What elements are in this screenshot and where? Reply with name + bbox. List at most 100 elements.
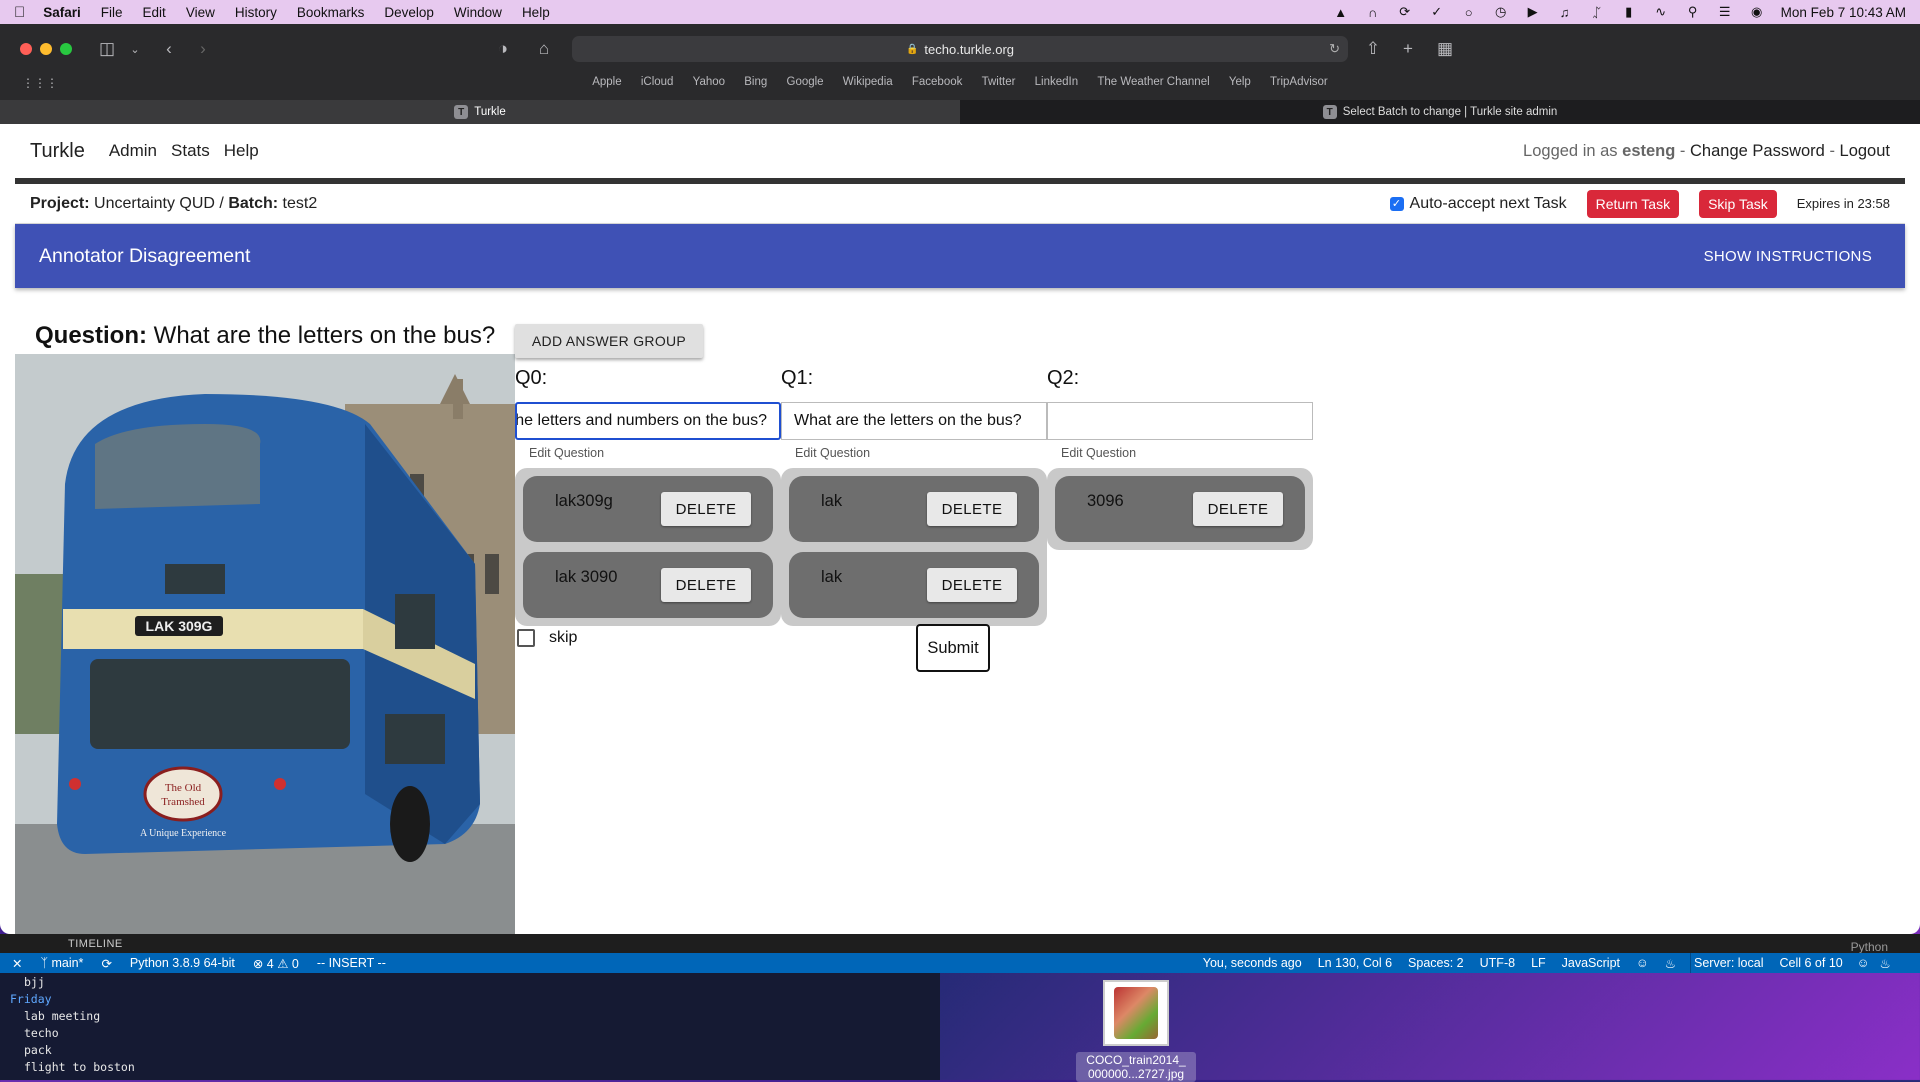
feedback-icon[interactable]: ☺ xyxy=(1636,956,1649,971)
wifi-icon[interactable]: ∿ xyxy=(1653,4,1669,19)
favorite-apple[interactable]: Apple xyxy=(592,76,621,88)
add-answer-group-button[interactable]: ADD ANSWER GROUP xyxy=(515,324,703,358)
spotlight-search-icon[interactable]: ⚲ xyxy=(1685,4,1701,19)
apple-icon[interactable]:  xyxy=(14,4,25,21)
favorite-weather-channel[interactable]: The Weather Channel xyxy=(1097,76,1209,88)
favorite-wikipedia[interactable]: Wikipedia xyxy=(843,76,893,88)
menu-history[interactable]: History xyxy=(235,5,277,20)
favorite-linkedin[interactable]: LinkedIn xyxy=(1035,76,1078,88)
menubar-clock[interactable]: Mon Feb 7 10:43 AM xyxy=(1781,5,1906,20)
favorite-twitter[interactable]: Twitter xyxy=(982,76,1016,88)
delete-button[interactable]: DELETE xyxy=(661,568,751,602)
favorite-yelp[interactable]: Yelp xyxy=(1229,76,1251,88)
logout-link[interactable]: Logout xyxy=(1840,142,1890,160)
nav-admin[interactable]: Admin xyxy=(109,141,157,161)
favorite-tripadvisor[interactable]: TripAdvisor xyxy=(1270,76,1328,88)
menu-edit[interactable]: Edit xyxy=(143,5,166,20)
menu-file[interactable]: File xyxy=(101,5,123,20)
shield-icon[interactable]: ◑ xyxy=(492,38,514,60)
nav-help[interactable]: Help xyxy=(224,141,259,161)
indentation[interactable]: Spaces: 2 xyxy=(1408,956,1464,971)
question-input-q0[interactable]: What are the letters and numbers on the … xyxy=(515,402,781,440)
menu-window[interactable]: Window xyxy=(454,5,502,20)
zoom-window-button[interactable] xyxy=(60,43,72,55)
encoding[interactable]: UTF-8 xyxy=(1480,956,1515,971)
cursor-position[interactable]: Ln 130, Col 6 xyxy=(1318,956,1392,971)
control-center-icon[interactable]: ☰ xyxy=(1717,4,1733,19)
chevron-down-icon[interactable]: ⌄ xyxy=(124,38,146,60)
address-bar[interactable]: 🔒 techo.turkle.org ↻ xyxy=(572,36,1348,62)
favorite-bing[interactable]: Bing xyxy=(744,76,767,88)
question-input-q2[interactable] xyxy=(1047,402,1313,440)
delete-button[interactable]: DELETE xyxy=(927,492,1017,526)
favorite-google[interactable]: Google xyxy=(787,76,824,88)
git-branch[interactable]: ᛉ main* xyxy=(40,956,83,970)
forward-icon[interactable]: › xyxy=(192,38,214,60)
sync-icon[interactable]: ⟳ xyxy=(101,956,111,971)
language-mode[interactable]: JavaScript xyxy=(1562,956,1620,971)
grammar-icon[interactable]: ✓ xyxy=(1429,4,1445,19)
desktop-file-icon[interactable]: COCO_train2014_ 000000...2727.jpg xyxy=(1076,980,1196,1082)
sync-icon[interactable]: ⟳ xyxy=(1397,4,1413,19)
menu-view[interactable]: View xyxy=(186,5,215,20)
problems-count[interactable]: ⊗ 4 ⚠ 0 xyxy=(253,956,299,971)
nav-stats[interactable]: Stats xyxy=(171,141,210,161)
back-icon[interactable]: ‹ xyxy=(158,38,180,60)
git-blame[interactable]: You, seconds ago xyxy=(1203,956,1302,971)
answer-item[interactable]: lak 3090 DELETE xyxy=(523,552,773,618)
battery-icon[interactable]: ▮ xyxy=(1621,4,1637,19)
python-interpreter[interactable]: Python 3.8.9 64-bit xyxy=(130,956,235,970)
favorite-yahoo[interactable]: Yahoo xyxy=(693,76,725,88)
server-status[interactable]: Server: local xyxy=(1694,956,1763,970)
change-password-link[interactable]: Change Password xyxy=(1690,142,1825,160)
favorite-icloud[interactable]: iCloud xyxy=(641,76,674,88)
skip-checkbox[interactable] xyxy=(517,629,535,647)
answer-group-q0[interactable]: lak309g DELETE lak 3090 DELETE xyxy=(515,468,781,626)
menu-develop[interactable]: Develop xyxy=(384,5,434,20)
answer-item[interactable]: lak309g DELETE xyxy=(523,476,773,542)
answer-group-q1[interactable]: lak DELETE lak DELETE xyxy=(781,468,1047,626)
bell-icon[interactable]: ♨ xyxy=(1665,956,1676,971)
return-task-button[interactable]: Return Task xyxy=(1586,189,1680,218)
time-machine-icon[interactable]: ◷ xyxy=(1493,4,1509,19)
menu-bookmarks[interactable]: Bookmarks xyxy=(297,5,365,20)
skip-task-button[interactable]: Skip Task xyxy=(1699,189,1777,218)
reload-icon[interactable]: ↻ xyxy=(1329,41,1340,57)
home-icon[interactable]: ⌂ xyxy=(533,38,555,60)
clipboard-icon[interactable]: ∩ xyxy=(1365,5,1381,20)
delete-button[interactable]: DELETE xyxy=(1193,492,1283,526)
favorite-facebook[interactable]: Facebook xyxy=(912,76,963,88)
new-tab-icon[interactable]: + xyxy=(1397,38,1419,60)
notebook-bell-icon[interactable]: ♨ xyxy=(1879,956,1890,971)
tab-turkle[interactable]: T Turkle xyxy=(0,100,960,124)
delete-button[interactable]: DELETE xyxy=(661,492,751,526)
bluetooth-icon[interactable]: ᛢ xyxy=(1589,5,1605,20)
grid-icon[interactable]: ⋮⋮⋮ xyxy=(22,76,58,90)
siri-icon[interactable]: ◉ xyxy=(1749,4,1765,19)
auto-accept-checkbox[interactable]: ✓ xyxy=(1389,196,1404,211)
delete-button[interactable]: DELETE xyxy=(927,568,1017,602)
notebook-feedback-icon[interactable]: ☺ xyxy=(1857,956,1870,970)
share-icon[interactable]: ⇧ xyxy=(1362,38,1384,60)
answer-item[interactable]: lak DELETE xyxy=(789,552,1039,618)
timeline-section[interactable]: TIMELINE xyxy=(68,938,123,950)
brand-link[interactable]: Turkle xyxy=(30,140,85,163)
close-window-button[interactable] xyxy=(20,43,32,55)
menu-app[interactable]: Safari xyxy=(43,5,81,20)
tab-overview-icon[interactable]: ▦ xyxy=(1434,38,1456,60)
submit-button[interactable]: Submit xyxy=(916,624,990,672)
sidebar-toggle-icon[interactable]: ◫ xyxy=(96,38,118,60)
minimize-window-button[interactable] xyxy=(40,43,52,55)
remote-icon[interactable]: ✕ xyxy=(12,956,22,971)
answer-item[interactable]: 3096 DELETE xyxy=(1055,476,1305,542)
circle-icon[interactable]: ○ xyxy=(1461,5,1477,20)
play-icon[interactable]: ▶ xyxy=(1525,4,1541,19)
app-status-icon[interactable]: ▲ xyxy=(1333,5,1349,20)
answer-item[interactable]: lak DELETE xyxy=(789,476,1039,542)
skip-option[interactable]: skip xyxy=(517,629,577,647)
headphones-icon[interactable]: ♫ xyxy=(1557,5,1573,20)
answer-group-q2[interactable]: 3096 DELETE xyxy=(1047,468,1313,550)
show-instructions-button[interactable]: SHOW INSTRUCTIONS xyxy=(1704,248,1872,265)
question-input-q1[interactable]: What are the letters on the bus? xyxy=(781,402,1047,440)
end-of-line[interactable]: LF xyxy=(1531,956,1546,971)
